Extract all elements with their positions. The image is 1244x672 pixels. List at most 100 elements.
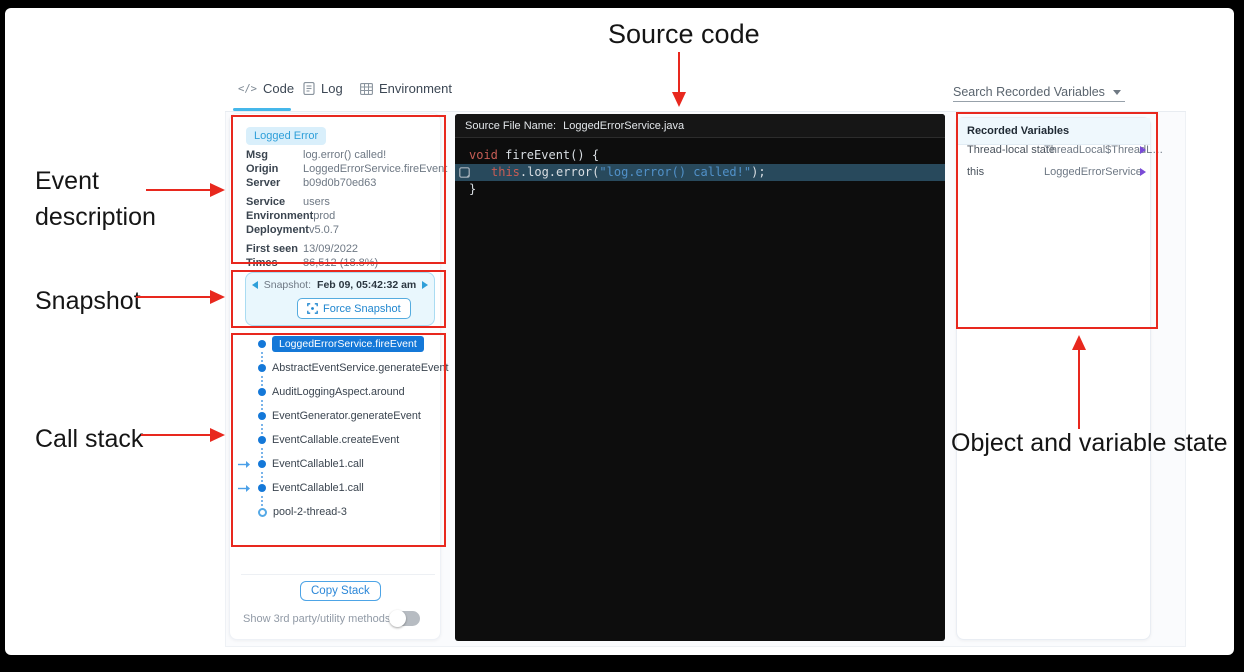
code-token: fireEvent() { xyxy=(498,147,599,164)
code-tab-icon: </> xyxy=(238,83,257,95)
event-row-environment: Environment prod xyxy=(246,210,436,223)
annotation-call-stack: Call stack xyxy=(35,421,143,457)
show-3rd-party-toggle[interactable] xyxy=(390,611,420,626)
source-file-name: LoggedErrorService.java xyxy=(563,120,684,132)
event-row-msg: Msg log.error() called! xyxy=(246,149,436,162)
tab-log[interactable]: Log xyxy=(303,81,343,96)
expand-variable-icon[interactable] xyxy=(1140,146,1146,154)
log-tab-icon xyxy=(303,82,315,95)
previous-snapshot-icon[interactable] xyxy=(252,281,258,289)
stack-frame[interactable]: EventCallable1.call xyxy=(238,455,364,473)
stack-frame-dot xyxy=(258,460,266,468)
tab-code[interactable]: </> Code xyxy=(238,81,294,96)
environment-tab-icon xyxy=(360,83,373,95)
jump-arrow-icon xyxy=(238,460,258,469)
tab-environment[interactable]: Environment xyxy=(360,81,452,96)
stack-frame-label: AuditLoggingAspect.around xyxy=(272,386,405,398)
force-snapshot-button[interactable]: Force Snapshot xyxy=(297,298,411,319)
variable-name: this xyxy=(967,166,984,178)
code-line-3: } xyxy=(455,181,945,198)
event-label: Service xyxy=(246,196,303,209)
search-recorded-variables-select[interactable]: Search Recorded Variables xyxy=(953,83,1125,102)
event-row-deployment: Deployment v5.0.7 xyxy=(246,224,436,237)
event-row-service: Service users xyxy=(246,196,436,209)
stack-frame-dot xyxy=(258,340,266,348)
event-value: 13/09/2022 xyxy=(303,243,358,256)
divider xyxy=(241,574,435,575)
stack-frame-dot xyxy=(258,388,266,396)
event-value: v5.0.7 xyxy=(309,224,339,237)
snapshot-nav: Snapshot: Feb 09, 05:42:32 am xyxy=(245,279,435,291)
stack-frame-dot xyxy=(258,412,266,420)
snapshot-marker-icon[interactable] xyxy=(459,167,471,178)
recorded-variables-title: Recorded Variables xyxy=(967,125,1069,137)
chevron-down-icon xyxy=(1113,90,1121,95)
event-value: log.error() called! xyxy=(303,149,386,162)
capture-icon xyxy=(307,303,318,314)
jump-arrow-icon xyxy=(238,484,258,493)
toggle-knob xyxy=(389,610,406,627)
annotation-source-code: Source code xyxy=(608,16,760,52)
event-label: Deployment xyxy=(246,224,309,237)
stack-frame-label: EventCallable1.call xyxy=(272,458,364,470)
code-line-2-highlighted: this.log.error("log.error() called!"); xyxy=(455,164,945,181)
code-line-1: void fireEvent() { xyxy=(455,147,945,164)
code-token: .log.error( xyxy=(520,164,599,181)
stack-frame[interactable]: AbstractEventService.generateEvent xyxy=(238,359,448,377)
variable-value: LoggedErrorService xyxy=(1044,166,1142,178)
stack-frame-label: EventCallable.createEvent xyxy=(272,434,399,446)
event-row-first-seen: First seen 13/09/2022 xyxy=(246,243,436,256)
stack-frame[interactable]: AuditLoggingAspect.around xyxy=(238,383,405,401)
stack-frame-label: EventCallable1.call xyxy=(272,482,364,494)
event-label: Msg xyxy=(246,149,303,162)
annotation-snapshot: Snapshot xyxy=(35,283,141,319)
stack-frame-thread[interactable]: pool-2-thread-3 xyxy=(238,503,347,521)
code-token: } xyxy=(469,181,476,198)
event-value: prod xyxy=(313,210,335,223)
copy-stack-button[interactable]: Copy Stack xyxy=(300,581,381,601)
stack-frame[interactable]: EventCallable.createEvent xyxy=(238,431,399,449)
tab-log-label: Log xyxy=(321,81,343,96)
stack-frame[interactable]: EventGenerator.generateEvent xyxy=(238,407,421,425)
stack-frame-label: pool-2-thread-3 xyxy=(273,506,347,518)
event-label: Environment xyxy=(246,210,313,223)
active-tab-indicator xyxy=(233,108,291,111)
recorded-variables-card xyxy=(956,117,1151,640)
event-value: 86,512 (18.8%) xyxy=(303,257,378,270)
show-3rd-party-label: Show 3rd party/utility methods xyxy=(243,613,390,625)
event-label: Server xyxy=(246,177,303,190)
event-label: Times xyxy=(246,257,303,270)
snapshot-label: Snapshot: xyxy=(264,279,311,291)
event-label: First seen xyxy=(246,243,303,256)
stack-frame-dot xyxy=(258,364,266,372)
code-token: ); xyxy=(751,164,765,181)
code-token: "log.error() called!" xyxy=(599,164,751,181)
variable-name: Thread-local state xyxy=(967,144,1055,156)
annotation-object-state: Object and variable state xyxy=(951,425,1228,461)
event-value: LoggedErrorService.fireEvent xyxy=(303,163,447,176)
stack-frame-label: LoggedErrorService.fireEvent xyxy=(272,336,424,352)
event-row-origin: Origin LoggedErrorService.fireEvent xyxy=(246,163,436,176)
screenshot-canvas: </> Code Log Environment Search Recorded… xyxy=(0,0,1244,672)
tab-code-label: Code xyxy=(263,81,294,96)
event-label: Origin xyxy=(246,163,303,176)
source-file-label: Source File Name: xyxy=(465,120,556,132)
stack-frame-label: AbstractEventService.generateEvent xyxy=(272,362,448,374)
next-snapshot-icon[interactable] xyxy=(422,281,428,289)
expand-variable-icon[interactable] xyxy=(1140,168,1146,176)
stack-frame-dot xyxy=(258,436,266,444)
variable-row-this[interactable]: this LoggedErrorService xyxy=(957,162,1150,182)
stack-frame[interactable]: EventCallable1.call xyxy=(238,479,364,497)
event-row-server: Server b09d0b70ed63 xyxy=(246,177,436,190)
variable-row-thread-local[interactable]: Thread-local state ThreadLocal$ThreadL… xyxy=(957,140,1150,160)
event-value: b09d0b70ed63 xyxy=(303,177,376,190)
stack-frame-selected[interactable]: LoggedErrorService.fireEvent xyxy=(238,335,424,353)
logged-error-badge: Logged Error xyxy=(246,127,326,145)
code-token: this xyxy=(491,164,520,181)
source-file-header: Source File Name: LoggedErrorService.jav… xyxy=(455,114,945,138)
force-snapshot-label: Force Snapshot xyxy=(323,303,401,315)
search-recorded-variables-label: Search Recorded Variables xyxy=(953,85,1105,99)
snapshot-timestamp: Feb 09, 05:42:32 am xyxy=(317,279,416,291)
annotation-event-description: Event description xyxy=(35,163,195,235)
code-token: void xyxy=(469,147,498,164)
